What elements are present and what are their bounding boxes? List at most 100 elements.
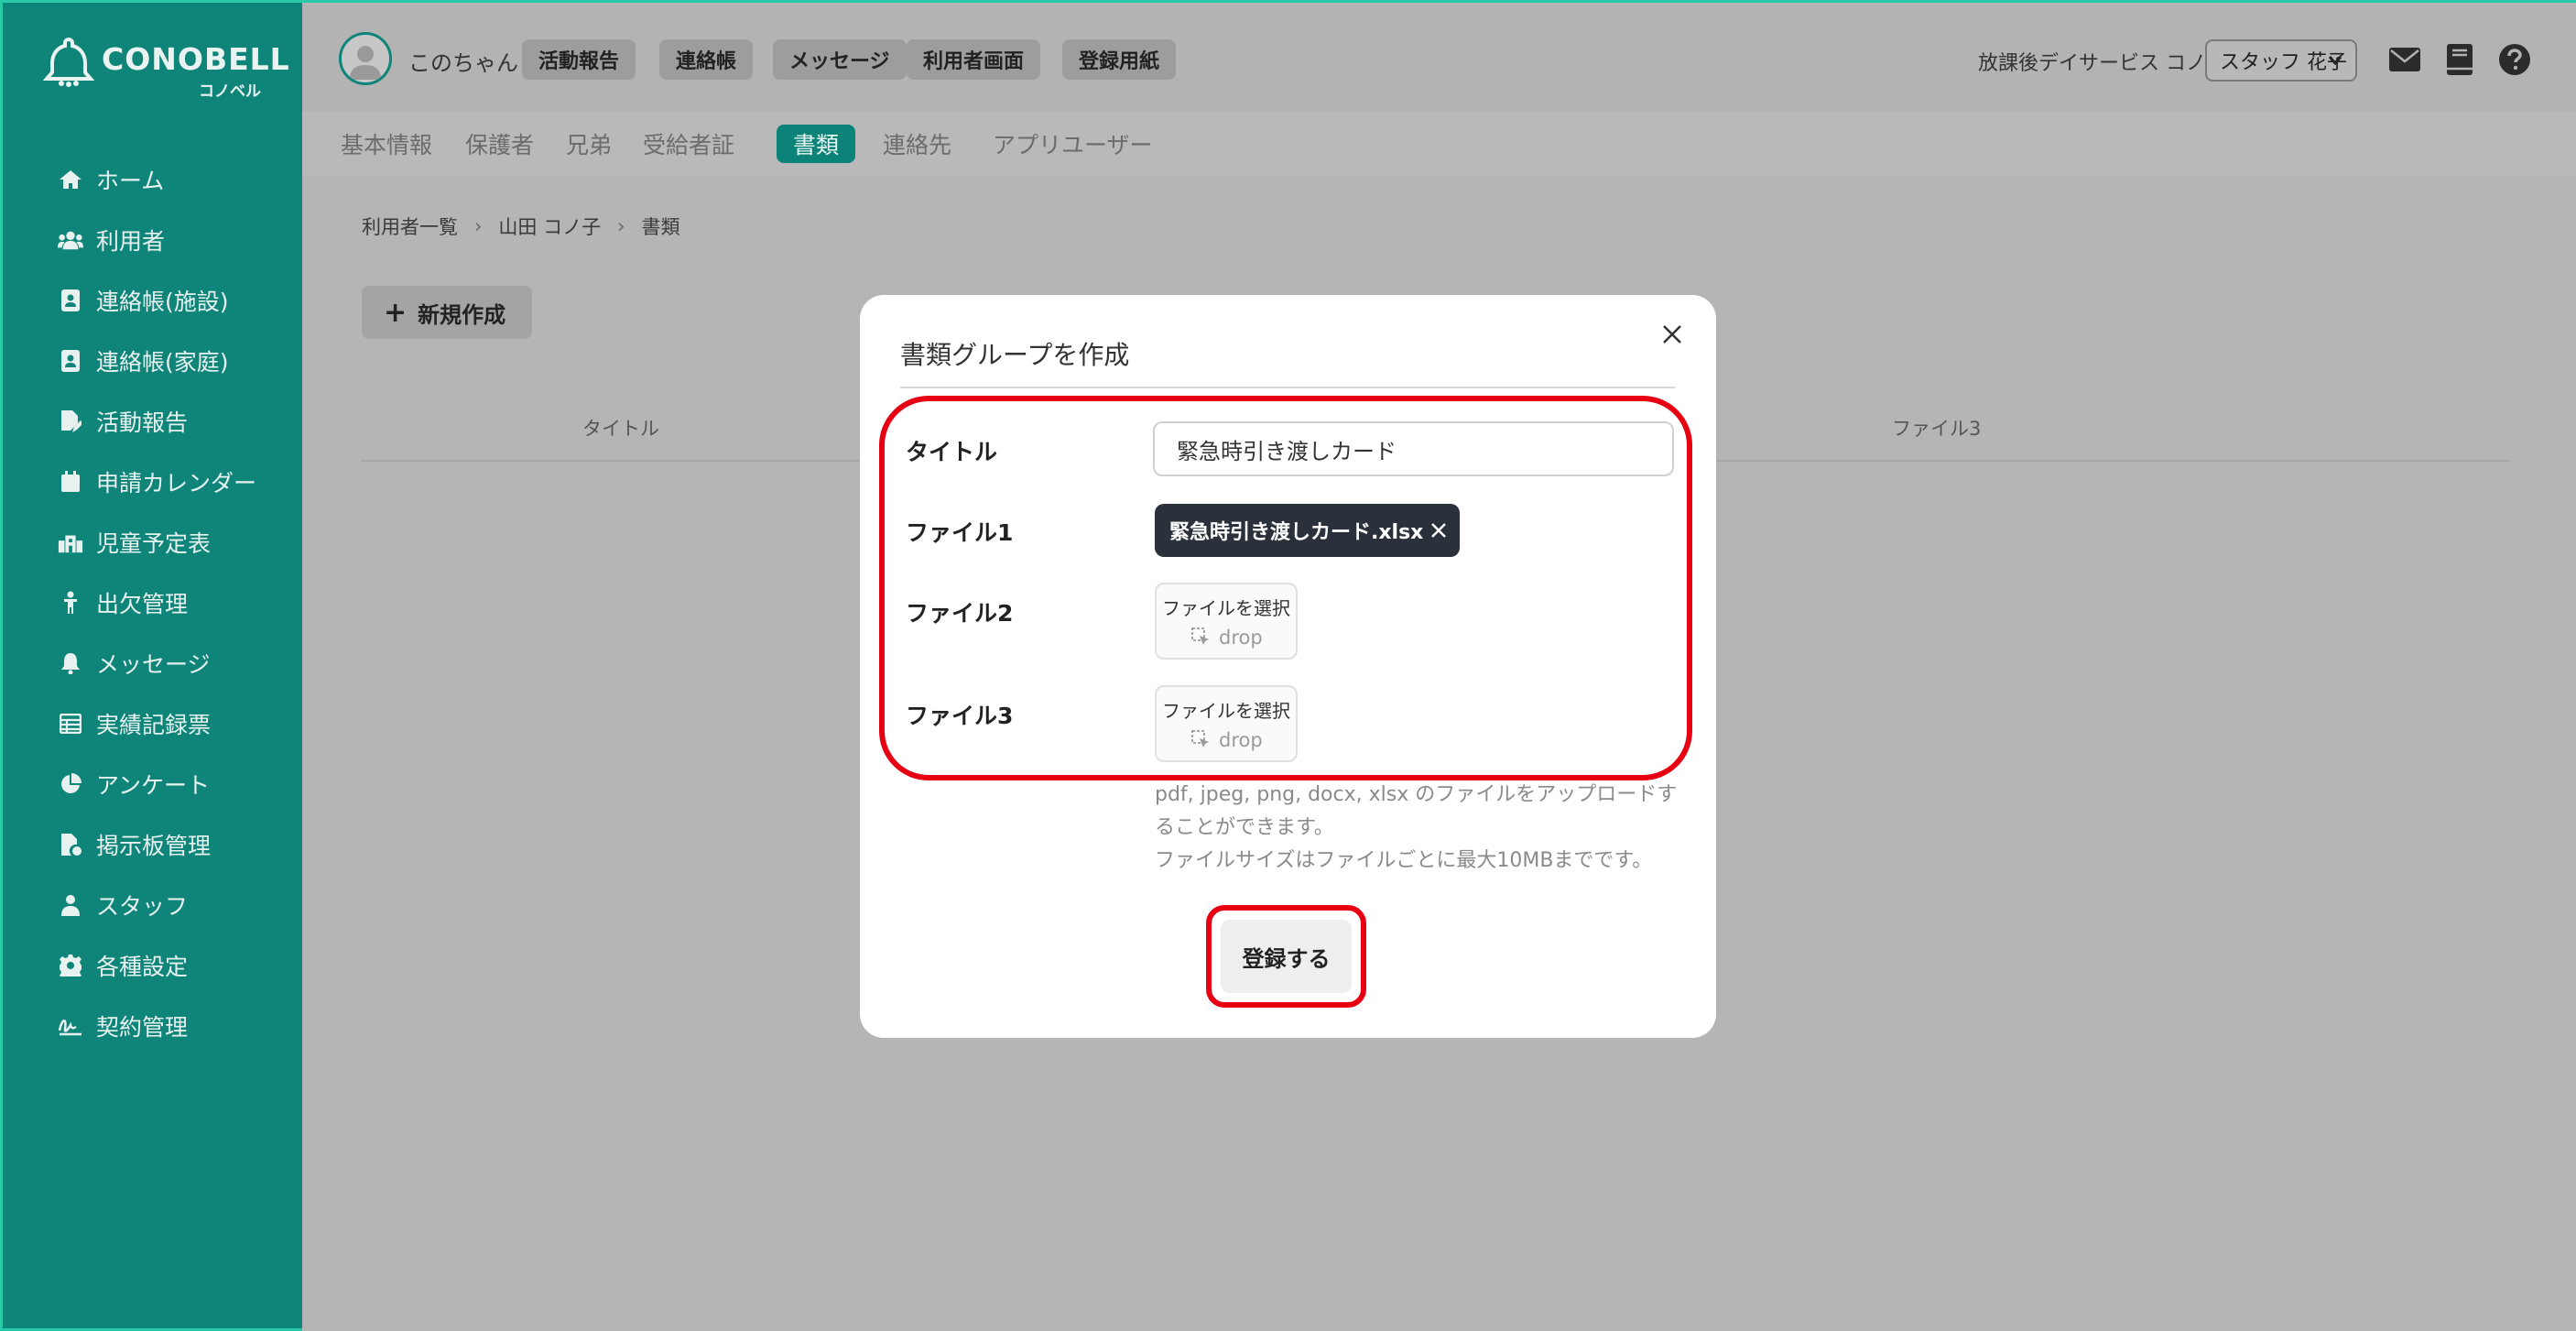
register-button[interactable]: 登録する [1221,920,1352,993]
sidebar-item-label: 契約管理 [96,1014,189,1041]
top-header: このちゃん 活動報告 連絡帳 メッセージ 利用者画面 登録用紙 放課後デイサービ… [302,0,2576,112]
home-icon [58,167,83,192]
header-button-message[interactable]: メッセージ [773,39,907,80]
contact-book-icon [58,348,83,374]
staff-select[interactable]: スタッフ 花子 [2205,39,2357,82]
plus-icon: + [384,296,408,329]
gear-icon [58,953,83,978]
modal-title: 書類グループを作成 [900,340,1130,370]
header-button-activity-report[interactable]: 活動報告 [522,39,636,80]
sidebar-item-activity-report[interactable]: 活動報告 [3,391,305,452]
file-settings-icon [58,832,83,857]
file1-chip: 緊急時引き渡しカード.xlsx [1155,504,1461,557]
sidebar-item-label: 利用者 [96,228,166,255]
sidebar-item-label: アンケート [96,772,211,799]
bell-logo-icon [43,37,94,87]
title-label: タイトル [906,439,998,465]
table-icon [58,711,83,736]
tab-contacts[interactable]: 連絡先 [866,125,968,163]
sidebar-item-label: 連絡帳(施設) [96,289,229,315]
modal-divider [900,387,1675,388]
sidebar-item-label: 活動報告 [96,409,189,436]
sidebar-item-label: 各種設定 [96,954,189,980]
new-button[interactable]: + 新規作成 [362,286,532,339]
file1-name: 緊急時引き渡しカード.xlsx [1169,521,1424,544]
breadcrumb: 利用者一覧 › 山田 コノ子 › 書類 [362,213,680,240]
sidebar-item-home[interactable]: ホーム [3,149,305,210]
tab-app-users[interactable]: アプリユーザー [976,125,1169,163]
chevron-right-icon: › [474,215,483,237]
remove-file-icon[interactable] [1430,522,1447,539]
breadcrumb-current: 書類 [641,216,680,238]
users-icon [58,227,83,253]
header-button-user-screen[interactable]: 利用者画面 [907,39,1041,80]
sidebar-item-contract[interactable]: 契約管理 [3,996,305,1056]
header-button-contact-book[interactable]: 連絡帳 [659,39,754,80]
sidebar-item-label: 連絡帳(家庭) [96,349,229,376]
sidebar-item-attendance[interactable]: 出欠管理 [3,573,305,633]
file3-picker[interactable]: ファイルを選択 drop [1155,685,1298,762]
chevron-right-icon: › [617,215,625,237]
header-button-registration-form[interactable]: 登録用紙 [1062,39,1177,80]
person-icon [58,590,83,616]
file3-label: ファイル3 [906,703,1014,729]
sidebar-item-label: 実績記録票 [96,712,212,738]
sidebar-item-board[interactable]: 掲示板管理 [3,814,305,875]
user-tabs: 基本情報 保護者 兄弟 受給者証 書類 連絡先 アプリユーザー [302,112,2576,176]
contact-book-icon [58,288,83,313]
chevron-down-icon [2328,56,2342,66]
tab-siblings[interactable]: 兄弟 [549,125,628,163]
pie-chart-icon [58,771,83,797]
breadcrumb-user[interactable]: 山田 コノ子 [498,213,601,240]
sidebar-item-label: 児童予定表 [96,530,212,557]
sidebar: CONOBELL コノベル ホーム 利用者 連絡帳(施設) 連絡帳(家庭) 活動… [0,0,302,1331]
sidebar-item-calendar[interactable]: 申請カレンダー [3,452,305,512]
file2-label: ファイル2 [906,600,1014,627]
sidebar-item-label: 出欠管理 [96,591,189,617]
submit-highlight: 登録する [1206,905,1366,1008]
sidebar-item-records[interactable]: 実績記録票 [3,693,305,754]
document-edit-icon [58,409,83,434]
create-document-group-modal: 書類グループを作成 タイトル 緊急時引き渡しカード ファイル1 緊急時引き渡しカ… [860,295,1716,1038]
sidebar-item-contact-facility[interactable]: 連絡帳(施設) [3,270,305,331]
breadcrumb-user-list[interactable]: 利用者一覧 [362,213,458,240]
help-icon[interactable] [2498,43,2531,76]
user-name: このちゃん [408,50,518,76]
sidebar-item-label: メッセージ [96,651,211,678]
table-header-file3: ファイル3 [1892,418,1982,440]
bell-icon [58,650,83,676]
title-input-value: 緊急時引き渡しカード [1177,438,1397,464]
tab-guardian[interactable]: 保護者 [449,125,550,163]
tab-basic-info[interactable]: 基本情報 [324,125,449,163]
upload-note-formats: pdf, jpeg, png, docx, xlsx のファイルをアップロードす… [1155,783,1678,839]
table-header-title: タイトル [582,418,659,440]
file-pick-label: ファイルを選択 [1162,700,1290,722]
file2-picker[interactable]: ファイルを選択 drop [1155,583,1298,660]
sidebar-item-survey[interactable]: アンケート [3,754,305,814]
tab-documents[interactable]: 書類 [777,125,856,163]
sidebar-item-users[interactable]: 利用者 [3,210,305,270]
title-input[interactable]: 緊急時引き渡しカード [1153,421,1674,476]
drop-icon [1191,730,1209,747]
brand-name-jp: コノベル [199,82,261,101]
sidebar-item-staff[interactable]: スタッフ [3,875,305,935]
sidebar-item-label: 申請カレンダー [96,470,257,496]
staff-icon [58,892,83,918]
tab-certificate[interactable]: 受給者証 [626,125,751,163]
sidebar-item-child-schedule[interactable]: 児童予定表 [3,512,305,573]
new-button-label: 新規作成 [418,301,506,328]
calendar-icon [58,469,83,495]
sidebar-item-settings[interactable]: 各種設定 [3,935,305,996]
sidebar-item-contact-home[interactable]: 連絡帳(家庭) [3,331,305,391]
close-icon[interactable] [1658,321,1686,348]
file-pick-label: ファイルを選択 [1162,597,1290,619]
manual-book-icon[interactable] [2443,43,2476,76]
sidebar-item-label: 掲示板管理 [96,833,212,859]
brand-name: CONOBELL [102,41,290,77]
brand-logo[interactable]: CONOBELL コノベル [43,36,289,101]
mail-icon[interactable] [2388,43,2421,76]
file-drop-area: drop [1191,729,1263,751]
avatar[interactable] [339,32,392,85]
sidebar-item-message[interactable]: メッセージ [3,633,305,693]
sidebar-nav: ホーム 利用者 連絡帳(施設) 連絡帳(家庭) 活動報告 申請カレンダー 児童予… [3,149,305,1056]
